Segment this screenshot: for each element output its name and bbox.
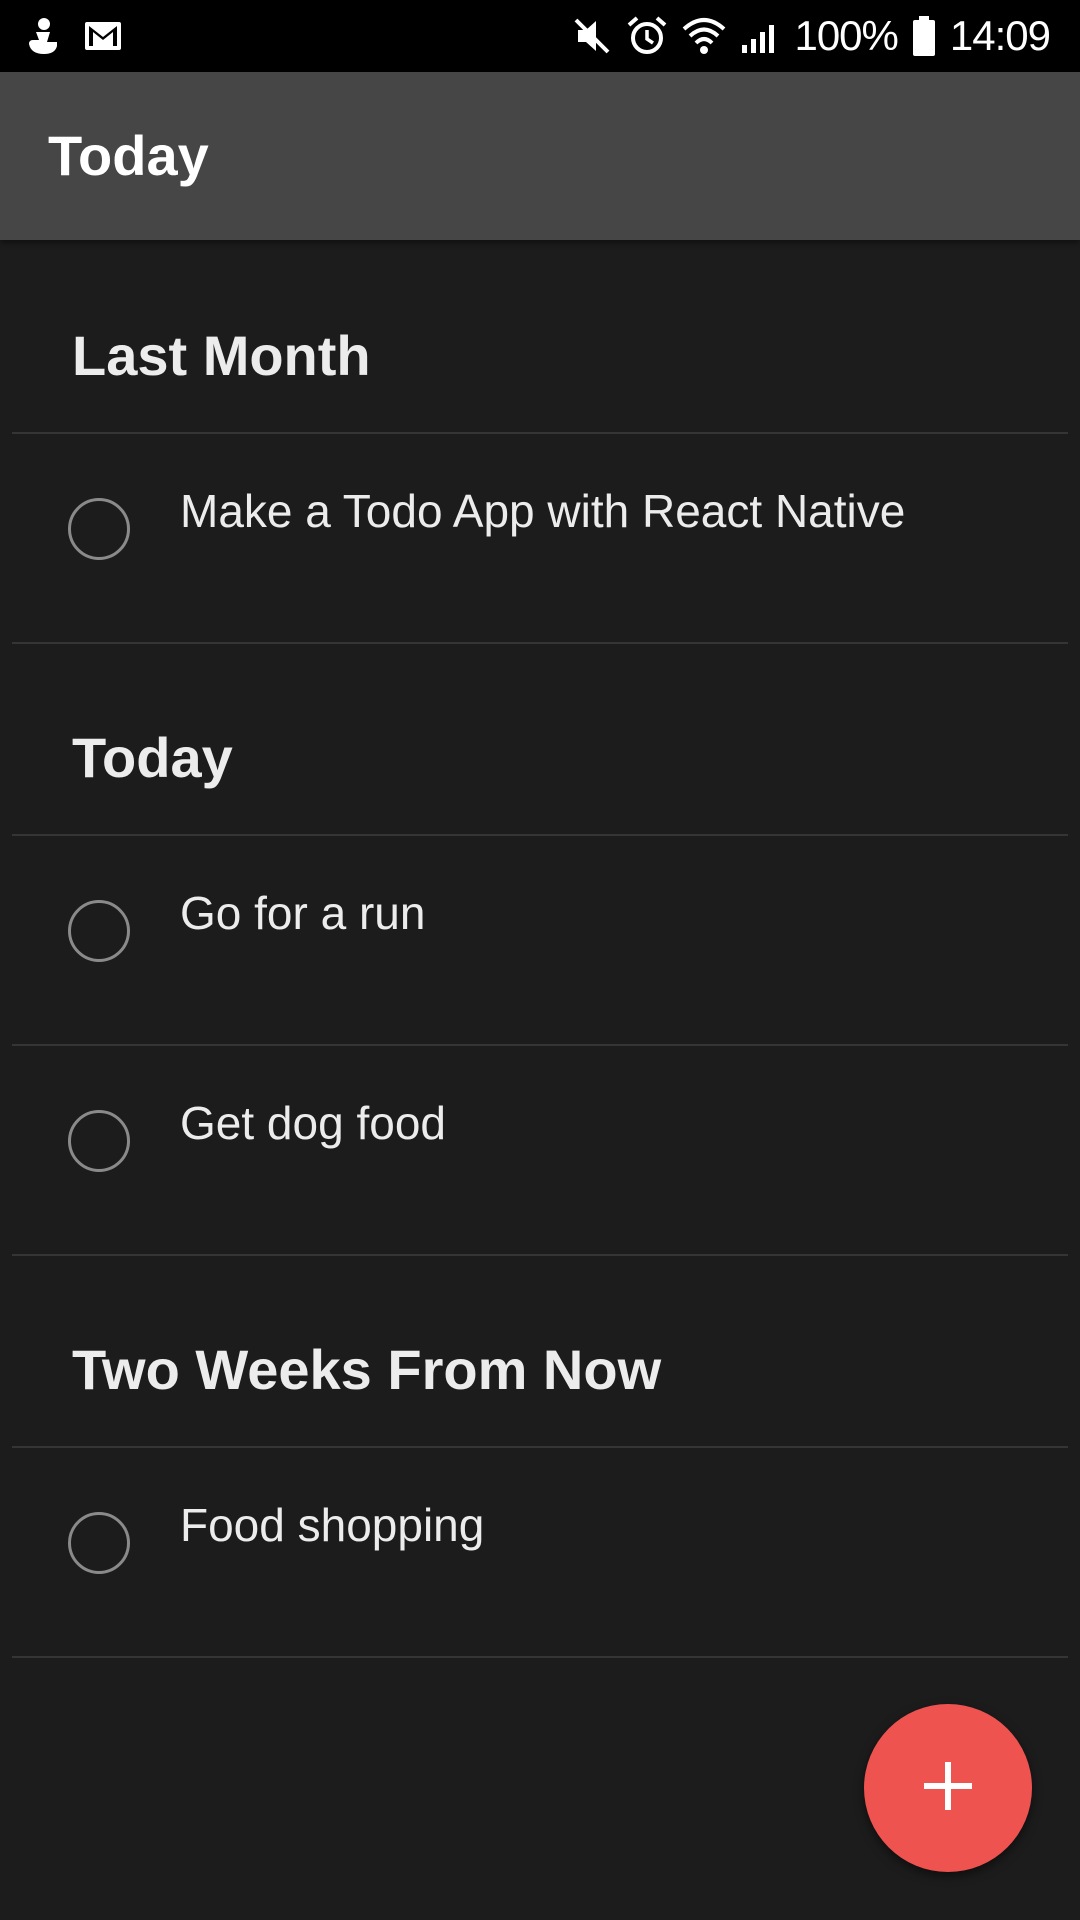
signal-icon [740,17,780,55]
gmail-icon [84,21,122,51]
plus-icon [908,1746,988,1831]
status-right-icons: 100% 14:09 [572,12,1051,60]
add-todo-button[interactable] [864,1704,1032,1872]
todo-item[interactable]: Make a Todo App with React Native [12,434,1068,644]
todo-item[interactable]: Get dog food [12,1046,1068,1256]
todo-label: Food shopping [180,1499,485,1551]
notification-icon [26,16,62,56]
todo-list: Last Month Make a Todo App with React Na… [12,240,1068,1658]
todo-checkbox[interactable] [68,1512,130,1574]
section-header-today: Today [12,644,1068,836]
todo-checkbox[interactable] [68,1110,130,1172]
wifi-icon [682,17,726,55]
section-title: Last Month [72,324,371,387]
todo-item[interactable]: Go for a run [12,836,1068,1046]
clock-time: 14:09 [949,12,1051,59]
page-title: Today [48,124,209,187]
alarm-icon [626,15,668,57]
todo-label: Go for a run [180,887,426,939]
status-bar: 100% 14:09 [0,0,1080,72]
app-bar: Today [0,72,1080,240]
todo-label: Get dog food [180,1097,446,1149]
todo-label: Make a Todo App with React Native [180,485,906,537]
status-left-icons [26,16,122,56]
mute-icon [572,16,612,56]
todo-item[interactable]: Food shopping [12,1448,1068,1658]
battery-icon [912,16,936,56]
section-header-last-month: Last Month [12,240,1068,434]
section-title: Today [72,726,233,789]
section-header-two-weeks-from-now: Two Weeks From Now [12,1256,1068,1448]
todo-checkbox[interactable] [68,498,130,560]
battery-text: 100% [794,12,898,59]
todo-checkbox[interactable] [68,900,130,962]
section-title: Two Weeks From Now [72,1338,662,1401]
